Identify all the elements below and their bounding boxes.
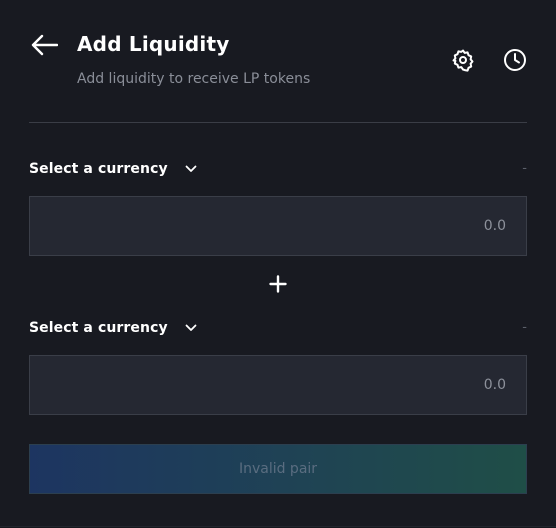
token-a-balance: - xyxy=(522,161,527,176)
token-b-row: Select a currency - xyxy=(29,316,527,340)
chevron-down-icon xyxy=(185,324,197,332)
gear-icon xyxy=(451,48,475,76)
add-liquidity-panel: Add Liquidity Add liquidity to receive L… xyxy=(0,0,556,527)
token-b-currency-label: Select a currency xyxy=(29,320,168,336)
page-title: Add Liquidity xyxy=(77,32,230,56)
token-b-balance: - xyxy=(522,320,527,335)
history-button[interactable] xyxy=(502,49,528,75)
token-b-amount-box xyxy=(29,355,527,415)
token-a-currency-label: Select a currency xyxy=(29,161,168,177)
token-b-currency-select[interactable]: Select a currency xyxy=(29,316,197,340)
back-button[interactable] xyxy=(29,34,59,60)
token-a-amount-box xyxy=(29,196,527,256)
clock-icon xyxy=(503,48,527,76)
plus-icon xyxy=(266,272,290,296)
header-divider xyxy=(29,122,527,123)
settings-button[interactable] xyxy=(450,49,476,75)
page-subtitle: Add liquidity to receive LP tokens xyxy=(77,71,311,87)
token-a-currency-select[interactable]: Select a currency xyxy=(29,157,197,181)
chevron-down-icon xyxy=(185,165,197,173)
token-a-row: Select a currency - xyxy=(29,157,527,181)
arrow-left-icon xyxy=(30,34,59,60)
token-a-amount-input[interactable] xyxy=(30,197,526,255)
invalid-pair-button[interactable]: Invalid pair xyxy=(29,444,527,494)
token-b-amount-input[interactable] xyxy=(30,356,526,414)
